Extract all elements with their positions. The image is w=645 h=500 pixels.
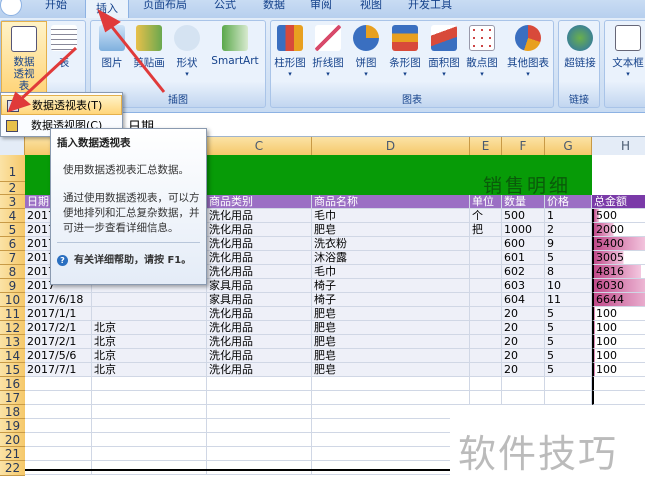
arrowhead-icon	[97, 8, 121, 33]
watermark: 软件技巧	[450, 405, 645, 500]
arrow-to-insert-tab	[106, 21, 166, 93]
watermark-text: 软件技巧	[458, 432, 619, 476]
arrow-to-pivot-menu	[18, 46, 78, 102]
